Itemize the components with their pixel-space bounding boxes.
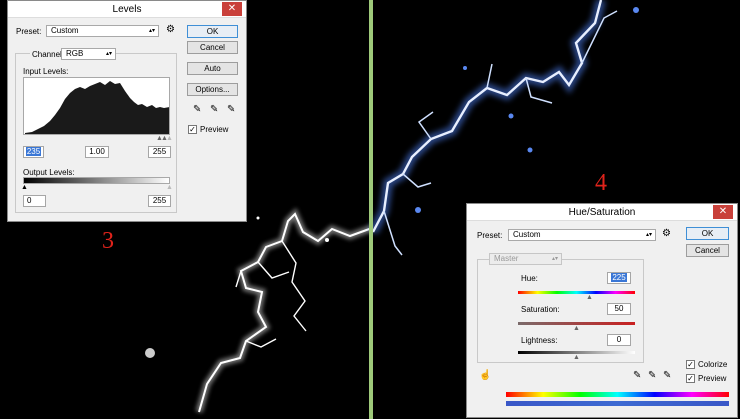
hs-cancel-button[interactable]: Cancel: [686, 244, 729, 257]
hue-slider-handle[interactable]: ▲: [586, 294, 593, 301]
levels-preset-label: Preset:: [16, 27, 42, 36]
hs-preview-checkbox[interactable]: ✓: [686, 374, 695, 383]
levels-titlebar[interactable]: Levels ✕: [8, 1, 246, 18]
hs-preview-label: Preview: [698, 374, 727, 383]
input-white-field[interactable]: 255: [148, 146, 171, 158]
subtract-eyedropper-icon[interactable]: ✎: [663, 370, 671, 381]
hs-gear-icon[interactable]: ⚙: [662, 228, 671, 239]
hs-range-select: Master ▴▾: [489, 253, 562, 265]
levels-ok-button[interactable]: OK: [187, 25, 238, 38]
levels-auto-button[interactable]: Auto: [187, 62, 238, 75]
saturation-slider-handle[interactable]: ▲: [573, 325, 580, 332]
input-levels-label: Input Levels:: [23, 67, 69, 76]
output-levels-gradient: [23, 177, 170, 184]
hs-range-value: Master: [494, 254, 519, 263]
hue-saturation-titlebar[interactable]: Hue/Saturation ✕: [467, 204, 737, 221]
levels-cancel-button[interactable]: Cancel: [187, 41, 238, 54]
chevron-updown-icon: ▴▾: [551, 256, 558, 262]
output-color-spectrum-bar: [506, 401, 729, 406]
hs-preset-value: Custom: [513, 230, 541, 239]
input-color-spectrum-bar: [506, 392, 729, 397]
hue-saturation-title: Hue/Saturation: [568, 207, 636, 218]
hue-label: Hue:: [521, 274, 538, 283]
colorize-label: Colorize: [698, 360, 728, 369]
step-number-4: 4: [595, 170, 607, 196]
levels-histogram: [23, 77, 170, 135]
add-eyedropper-icon[interactable]: ✎: [648, 370, 656, 381]
levels-preset-value: Custom: [51, 26, 79, 35]
input-black-field[interactable]: 235: [23, 146, 44, 158]
input-gamma-field[interactable]: 1.00: [85, 146, 109, 158]
saturation-field[interactable]: 50: [607, 303, 631, 315]
colorize-checkbox[interactable]: ✓: [686, 360, 695, 369]
output-white-field[interactable]: 255: [148, 195, 171, 207]
step-number-3: 3: [102, 228, 114, 254]
output-levels-label: Output Levels:: [23, 168, 75, 177]
output-black-slider-handle[interactable]: ▲: [21, 184, 28, 191]
white-lightning: [145, 207, 374, 413]
white-eyedropper-icon[interactable]: ✎: [227, 104, 235, 115]
chevron-updown-icon: ▴▾: [105, 51, 112, 57]
hs-preset-select[interactable]: Custom ▴▾: [508, 229, 656, 241]
lightness-field[interactable]: 0: [607, 334, 631, 346]
eyedropper-icon[interactable]: ✎: [633, 370, 641, 381]
input-white-slider-handle[interactable]: ▲: [166, 135, 173, 142]
hue-saturation-close-button[interactable]: ✕: [713, 205, 733, 219]
levels-gear-icon[interactable]: ⚙: [166, 24, 175, 35]
levels-close-button[interactable]: ✕: [222, 2, 242, 16]
hue-saturation-dialog: Hue/Saturation ✕ Preset: Custom ▴▾ ⚙ OK …: [466, 203, 738, 418]
chevron-updown-icon: ▴▾: [645, 232, 652, 238]
black-eyedropper-icon[interactable]: ✎: [193, 104, 201, 115]
gray-eyedropper-icon[interactable]: ✎: [210, 104, 218, 115]
levels-preset-select[interactable]: Custom ▴▾: [46, 25, 159, 37]
lightness-slider-handle[interactable]: ▲: [573, 354, 580, 361]
hs-preset-label: Preset:: [477, 231, 503, 240]
output-white-slider-handle[interactable]: ▲: [166, 184, 173, 191]
hue-field[interactable]: 225: [607, 272, 631, 284]
target-adjust-hand-icon[interactable]: ☝: [479, 370, 491, 381]
levels-dialog: Levels ✕ Preset: Custom ▴▾ ⚙ Channel: RG…: [7, 0, 247, 222]
lightness-label: Lightness:: [521, 336, 558, 345]
levels-preview-checkbox[interactable]: ✓: [188, 125, 197, 134]
levels-channel-select[interactable]: RGB ▴▾: [61, 48, 116, 60]
chevron-updown-icon: ▴▾: [148, 28, 155, 34]
hue-slider-track[interactable]: [518, 291, 635, 294]
panel-divider: [369, 0, 373, 419]
hs-ok-button[interactable]: OK: [686, 227, 729, 240]
levels-title: Levels: [112, 4, 142, 15]
levels-preview-label: Preview: [200, 125, 229, 134]
saturation-label: Saturation:: [521, 305, 560, 314]
output-black-field[interactable]: 0: [23, 195, 46, 207]
levels-channel-value: RGB: [66, 49, 84, 58]
levels-options-button[interactable]: Options...: [187, 83, 238, 96]
